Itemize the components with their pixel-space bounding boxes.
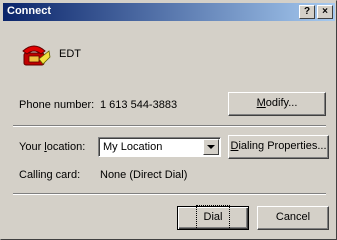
- close-button[interactable]: ×: [317, 5, 333, 19]
- telephone-icon: [22, 45, 51, 66]
- dialing-label-rest: ialing Properties...: [238, 140, 327, 152]
- location-label-prefix: Your: [19, 141, 45, 153]
- location-dropdown[interactable]: My Location: [98, 137, 221, 157]
- connect-dialog: Connect ? × EDT Phone number: 1 613 544-…: [0, 0, 337, 240]
- modify-label-rest: odify...: [265, 97, 298, 109]
- connection-name: EDT: [59, 48, 81, 60]
- separator-top: [13, 125, 326, 127]
- calling-card-value: None (Direct Dial): [100, 169, 188, 181]
- title-bar[interactable]: Connect ? ×: [3, 3, 335, 21]
- calling-card-label: Calling card:: [19, 169, 81, 181]
- window-title: Connect: [7, 5, 51, 17]
- separator-bottom: [13, 193, 326, 195]
- chevron-down-icon[interactable]: [203, 139, 219, 155]
- location-label-rest: ocation:: [46, 141, 86, 153]
- location-selected: My Location: [103, 141, 163, 153]
- phone-number-value: 1 613 544-3883: [100, 99, 178, 111]
- location-label: Your location:: [19, 141, 85, 153]
- dialing-properties-button[interactable]: Dialing Properties...: [228, 135, 329, 159]
- phone-number-label: Phone number:: [19, 99, 95, 111]
- cancel-button[interactable]: Cancel: [257, 206, 329, 230]
- modify-button[interactable]: Modify...: [228, 92, 326, 116]
- modify-mnemonic: M: [256, 97, 266, 109]
- help-button[interactable]: ?: [299, 5, 315, 19]
- dial-button[interactable]: Dial: [177, 205, 249, 230]
- dial-label: Dial: [195, 205, 231, 230]
